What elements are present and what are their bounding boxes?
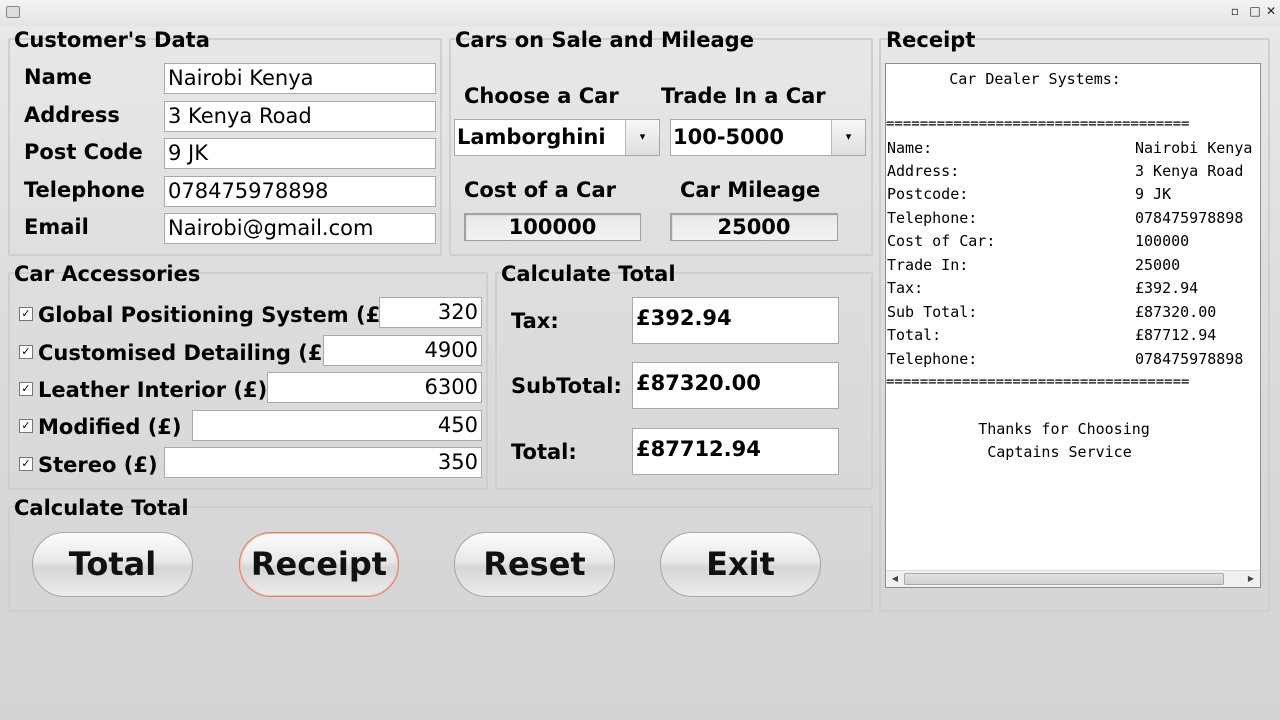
receipt-line-label: Address:	[887, 162, 960, 180]
customer-data-caption: Customer's Data	[14, 28, 210, 52]
detailing-checkbox[interactable]: ✓	[19, 345, 33, 359]
title-bar	[0, 0, 1280, 26]
close-icon[interactable]: ✕	[1262, 2, 1280, 20]
postcode-label: Post Code	[24, 140, 143, 164]
receipt-line-value: 25000	[1135, 256, 1181, 274]
receipt-button[interactable]: Receipt	[239, 532, 399, 597]
choose-car-label: Choose a Car	[464, 84, 619, 108]
gps-input[interactable]: 320	[379, 297, 482, 328]
total-label: Total:	[511, 440, 577, 464]
receipt-line-value: 100000	[1135, 232, 1190, 250]
receipt-line-label: Sub Total:	[887, 303, 978, 321]
postcode-input[interactable]: 9 JK	[164, 138, 436, 169]
car-mileage-value: 25000	[670, 213, 838, 241]
cost-car-value: 100000	[464, 213, 641, 241]
receipt-caption: Receipt	[886, 28, 976, 52]
reset-button[interactable]: Reset	[454, 532, 615, 597]
actions-caption: Calculate Total	[14, 496, 189, 520]
detailing-input[interactable]: 4900	[323, 335, 482, 366]
chevron-down-icon[interactable]: ▾	[625, 120, 659, 155]
receipt-line-label: Total:	[887, 326, 942, 344]
receipt-line-label: Tax:	[887, 279, 924, 297]
receipt-separator: ====================================	[886, 116, 1190, 132]
stereo-input[interactable]: 350	[164, 447, 482, 478]
receipt-line-value: £87712.94	[1135, 326, 1217, 344]
modified-input[interactable]: 450	[192, 410, 482, 441]
trade-in-select-value: 100-5000	[673, 125, 784, 149]
trade-in-select[interactable]: 100-5000 ▾	[670, 119, 866, 156]
receipt-line-label: Postcode:	[887, 185, 969, 203]
address-label: Address	[24, 103, 120, 127]
subtotal-label: SubTotal:	[511, 374, 622, 398]
receipt-header: Car Dealer Systems:	[886, 70, 1121, 88]
name-label: Name	[24, 65, 92, 89]
gps-checkbox[interactable]: ✓	[19, 307, 33, 321]
scroll-right-icon[interactable]: ▶	[1244, 572, 1258, 586]
receipt-scrollbar[interactable]: ◀ ▶	[886, 570, 1260, 587]
exit-button[interactable]: Exit	[660, 532, 821, 597]
receipt-line-value: £87320.00	[1135, 303, 1217, 321]
receipt-line-value: 078475978898	[1135, 209, 1244, 227]
stereo-label: Stereo (£)	[38, 453, 158, 477]
totals-caption: Calculate Total	[501, 262, 676, 286]
cost-car-label: Cost of a Car	[464, 178, 616, 202]
leather-label: Leather Interior (£)	[38, 378, 268, 402]
address-input[interactable]: 3 Kenya Road	[164, 101, 436, 132]
receipt-line-label: Name:	[887, 139, 933, 157]
app-icon	[6, 6, 20, 18]
chevron-down-icon[interactable]: ▾	[831, 120, 865, 155]
leather-input[interactable]: 6300	[267, 372, 482, 403]
receipt-separator: ====================================	[886, 374, 1190, 390]
gps-label: Global Positioning System (£)	[38, 303, 390, 327]
modified-checkbox[interactable]: ✓	[19, 419, 33, 433]
receipt-line-value: 3 Kenya Road	[1135, 162, 1244, 180]
scroll-left-icon[interactable]: ◀	[888, 572, 902, 586]
receipt-footer-service: Captains Service	[915, 443, 1132, 461]
receipt-line-label: Trade In:	[887, 256, 969, 274]
total-value[interactable]: £87712.94	[632, 428, 839, 475]
car-select[interactable]: Lamborghini ▾	[454, 119, 660, 156]
email-input[interactable]: Nairobi@gmail.com	[164, 213, 436, 244]
stereo-checkbox[interactable]: ✓	[19, 457, 33, 471]
receipt-footer-thanks: Thanks for Choosing	[915, 420, 1150, 438]
car-select-value: Lamborghini	[457, 125, 606, 149]
car-mileage-label: Car Mileage	[680, 178, 821, 202]
tax-value[interactable]: £392.94	[632, 297, 839, 344]
subtotal-value[interactable]: £87320.00	[632, 362, 839, 409]
receipt-line-value: £392.94	[1135, 279, 1199, 297]
receipt-textarea[interactable]: Car Dealer Systems: ====================…	[885, 63, 1261, 588]
receipt-line-value: Nairobi Kenya	[1135, 139, 1253, 157]
receipt-line-label: Telephone:	[887, 350, 978, 368]
modified-label: Modified (£)	[38, 415, 182, 439]
detailing-label: Customised Detailing (£)	[38, 341, 333, 365]
telephone-input[interactable]: 078475978898	[164, 176, 436, 207]
scroll-thumb[interactable]	[904, 573, 1224, 585]
leather-checkbox[interactable]: ✓	[19, 382, 33, 396]
receipt-line-label: Cost of Car:	[887, 232, 996, 250]
minimize-icon[interactable]: ▫	[1226, 2, 1244, 20]
accessories-caption: Car Accessories	[14, 262, 201, 286]
telephone-label: Telephone	[24, 178, 145, 202]
receipt-line-value: 9 JK	[1135, 185, 1172, 203]
tax-label: Tax:	[511, 309, 559, 333]
trade-in-label: Trade In a Car	[661, 84, 826, 108]
cars-caption: Cars on Sale and Mileage	[455, 28, 754, 52]
receipt-line-label: Telephone:	[887, 209, 978, 227]
total-button[interactable]: Total	[32, 532, 193, 597]
receipt-line-value: 078475978898	[1135, 350, 1244, 368]
name-input[interactable]: Nairobi Kenya	[164, 63, 436, 94]
email-label: Email	[24, 215, 89, 239]
